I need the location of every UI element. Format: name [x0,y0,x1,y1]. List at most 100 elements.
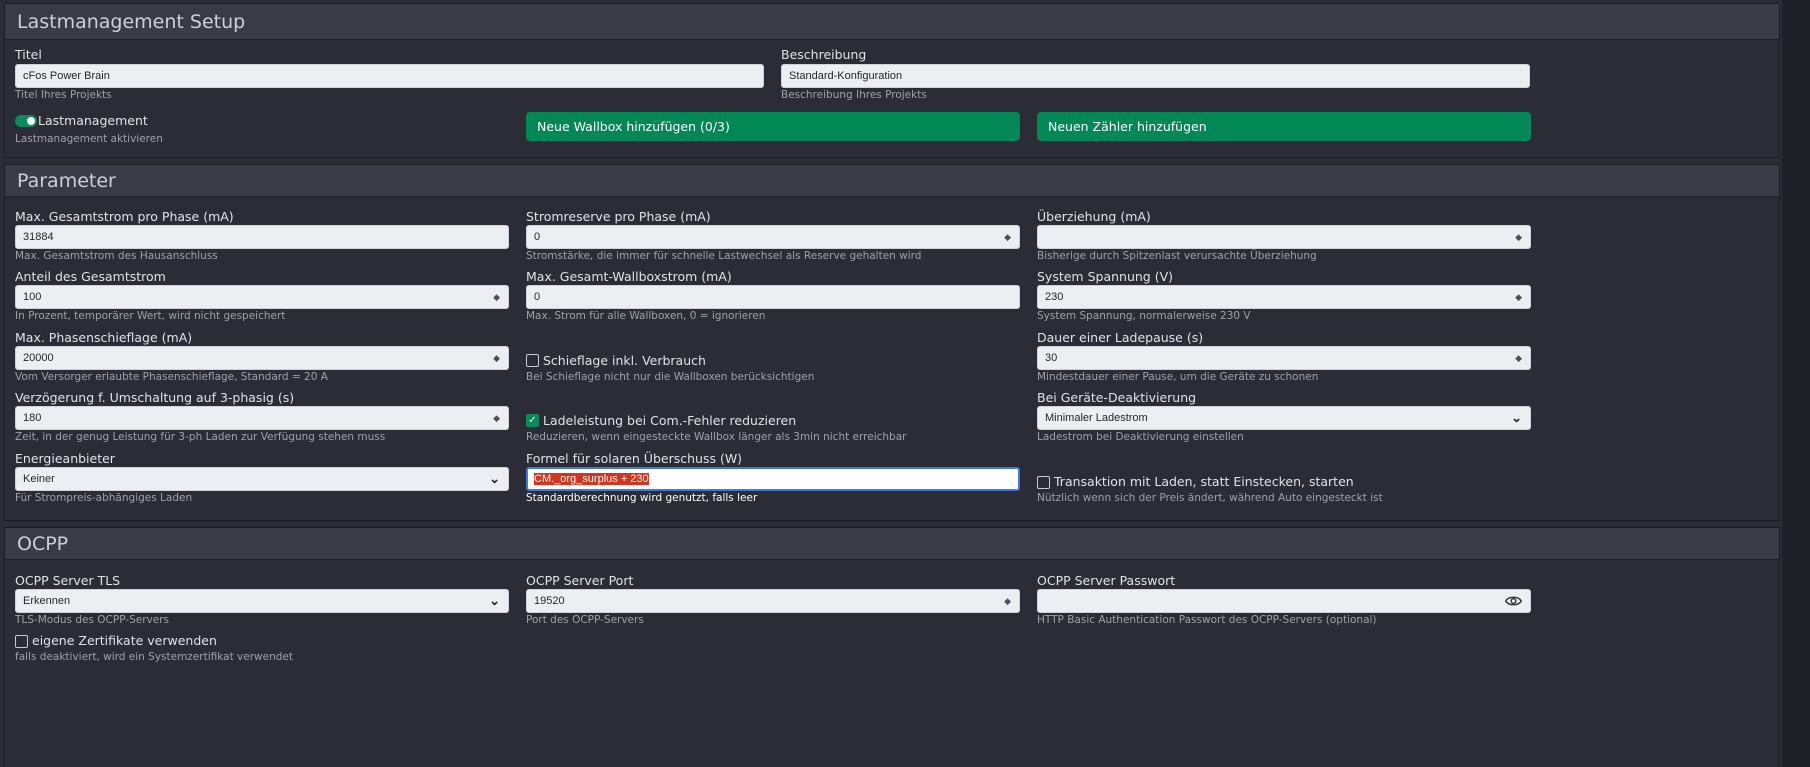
ocpp-port-value: 19520 [534,595,565,607]
anteil-help: In Prozent, temporärer Wert, wird nicht … [15,310,286,322]
schieflage-verbrauch-label: Schieflage inkl. Verbrauch [543,353,706,368]
geraete-deaktivierung-help: Ladestrom bei Deaktivierung einstellen [1037,431,1244,443]
formel-input[interactable]: CM._org_surplus + 230 [526,467,1020,491]
add-wallbox-button[interactable]: Neue Wallbox hinzufügen (0/3) [526,112,1020,141]
ocpp-tls-value: Erkennen [23,595,71,607]
formel-label: Formel für solaren Überschuss (W) [526,451,743,466]
schieflage-verbrauch-checkbox[interactable] [526,354,539,367]
max-wallboxstrom-input[interactable]: 0 [526,285,1020,309]
eye-icon[interactable] [1505,594,1522,608]
ocpp-port-help: Port des OCPP-Servers [526,614,644,626]
ocpp-tls-label: OCPP Server TLS [15,573,121,588]
max-gesamtstrom-help: Max. Gesamtstrom des Hausanschluss [15,250,218,262]
setup-card: Lastmanagement Setup Titel cFos Power Br… [4,3,1780,158]
phasenschieflage-value: 20000 [23,352,54,364]
spin-updown-icon[interactable]: ◆ [493,286,500,308]
ueberziehung-help: Bisherige durch Spitzenlast verursachte … [1037,250,1317,262]
stromreserve-help: Stromstärke, die immer für schnelle Last… [526,250,922,262]
max-wallboxstrom-value: 0 [534,291,541,303]
ladeleistung-fehler-help: Reduzieren, wenn eingesteckte Wallbox lä… [526,431,907,443]
lastmanagement-help: Lastmanagement aktivieren [15,133,163,145]
anteil-label: Anteil des Gesamtstrom [15,269,166,284]
ladepause-input[interactable]: 30 ◆ [1037,346,1531,370]
spin-updown-icon[interactable]: ◆ [1515,286,1522,308]
spin-updown-icon[interactable]: ◆ [1004,226,1011,248]
energieanbieter-label: Energieanbieter [15,451,115,466]
ladeleistung-fehler-checkbox[interactable]: ✓ [526,414,539,427]
beschreibung-label: Beschreibung [781,47,867,62]
system-spannung-value: 230 [1045,291,1064,303]
ocpp-card-title: OCPP [5,528,1779,560]
ladeleistung-fehler-label: Ladeleistung bei Com.-Fehler reduzieren [543,413,797,428]
toggle-knob [27,117,35,125]
lastmanagement-toggle[interactable] [15,115,37,127]
spin-updown-icon[interactable]: ◆ [493,407,500,429]
anteil-value: 100 [23,291,42,303]
phasenschieflage-input[interactable]: 20000 ◆ [15,346,509,370]
stromreserve-label: Stromreserve pro Phase (mA) [526,209,711,224]
add-meter-button[interactable]: Neuen Zähler hinzufügen [1037,112,1531,141]
ocpp-tls-help: TLS-Modus des OCPP-Servers [15,614,169,626]
geraete-deaktivierung-select[interactable]: Minimaler Ladestrom ⌄ [1037,406,1531,430]
ocpp-port-input[interactable]: 19520 ◆ [526,589,1020,613]
lastmanagement-label: Lastmanagement [38,113,148,128]
beschreibung-input[interactable]: Standard-Konfiguration [781,64,1530,88]
titel-value: cFos Power Brain [23,70,110,82]
ocpp-passwort-help: HTTP Basic Authentication Passwort des O… [1037,614,1377,626]
max-gesamtstrom-value: 31884 [23,231,54,243]
beschreibung-help: Beschreibung Ihres Projekts [781,89,927,101]
spin-updown-icon[interactable]: ◆ [1515,226,1522,248]
setup-card-title: Lastmanagement Setup [5,4,1779,40]
system-spannung-label: System Spannung (V) [1037,269,1174,284]
ocpp-port-label: OCPP Server Port [526,573,634,588]
ocpp-card: OCPP OCPP Server TLS Erkennen ⌄ TLS-Modu… [4,527,1780,767]
ocpp-passwort-input[interactable] [1037,589,1531,613]
energieanbieter-select[interactable]: Keiner ⌄ [15,467,509,491]
formel-help: Standardberechnung wird genutzt, falls l… [526,492,758,504]
ladepause-label: Dauer einer Ladepause (s) [1037,330,1204,345]
parameter-card-title: Parameter [5,165,1779,197]
spin-updown-icon[interactable]: ◆ [493,347,500,369]
spin-updown-icon[interactable]: ◆ [1515,347,1522,369]
titel-label: Titel [15,47,42,62]
energieanbieter-value: Keiner [23,473,55,485]
ueberziehung-input[interactable]: ◆ [1037,225,1531,249]
ladepause-help: Mindestdauer einer Pause, um die Geräte … [1037,371,1319,383]
verzoegerung-value: 180 [23,412,42,424]
schieflage-verbrauch-help: Bei Schieflage nicht nur die Wallboxen b… [526,371,815,383]
chevron-down-icon: ⌄ [489,471,500,486]
zertifikate-help: falls deaktiviert, wird ein Systemzertif… [15,651,293,663]
ocpp-passwort-label: OCPP Server Passwort [1037,573,1176,588]
max-wallboxstrom-label: Max. Gesamt-Wallboxstrom (mA) [526,269,732,284]
ocpp-tls-select[interactable]: Erkennen ⌄ [15,589,509,613]
transaktion-label: Transaktion mit Laden, statt Einstecken,… [1054,474,1354,489]
system-spannung-input[interactable]: 230 ◆ [1037,285,1531,309]
transaktion-help: Nützlich wenn sich der Preis ändert, wäh… [1037,492,1383,504]
ladepause-value: 30 [1045,352,1058,364]
page-scrollbar[interactable] [1782,0,1810,767]
max-gesamtstrom-label: Max. Gesamtstrom pro Phase (mA) [15,209,234,224]
energieanbieter-help: Für Strompreis-abhängiges Laden [15,492,193,504]
titel-help: Titel Ihres Projekts [15,89,112,101]
geraete-deaktivierung-value: Minimaler Ladestrom [1045,412,1148,424]
titel-input[interactable]: cFos Power Brain [15,64,764,88]
formel-value: CM._org_surplus + 230 [534,473,649,485]
system-spannung-help: System Spannung, normalerweise 230 V [1037,310,1251,322]
zertifikate-label: eigene Zertifikate verwenden [32,633,217,648]
zertifikate-checkbox[interactable] [15,635,28,648]
spin-updown-icon[interactable]: ◆ [1004,590,1011,612]
ueberziehung-label: Überziehung (mA) [1037,209,1151,224]
checkmark-icon: ✓ [528,415,537,426]
max-gesamtstrom-input[interactable]: 31884 [15,225,509,249]
max-wallboxstrom-help: Max. Strom für alle Wallboxen, 0 = ignor… [526,310,766,322]
chevron-down-icon: ⌄ [1511,410,1522,425]
verzoegerung-help: Zeit, in der genug Leistung für 3-ph Lad… [15,431,386,443]
chevron-down-icon: ⌄ [489,593,500,608]
transaktion-checkbox[interactable] [1037,476,1050,489]
verzoegerung-input[interactable]: 180 ◆ [15,406,509,430]
parameter-card: Parameter Max. Gesamtstrom pro Phase (mA… [4,164,1780,521]
beschreibung-value: Standard-Konfiguration [789,70,903,82]
anteil-input[interactable]: 100 ◆ [15,285,509,309]
stromreserve-value: 0 [534,231,541,243]
stromreserve-input[interactable]: 0 ◆ [526,225,1020,249]
